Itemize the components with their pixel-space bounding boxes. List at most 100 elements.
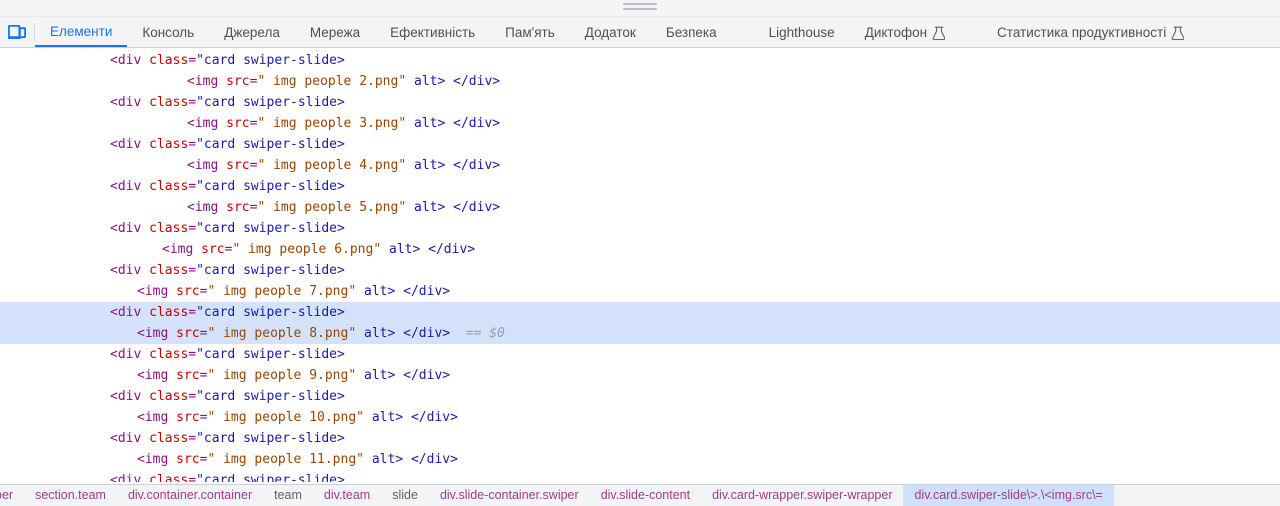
breadcrumb-item[interactable]: div.card.swiper-slide\>.\<img.src\= <box>903 485 1114 506</box>
dom-node-row[interactable]: <img src=" img people 4.png" alt> </div> <box>0 155 1280 176</box>
attribute-value: "card swiper-slide> <box>196 431 345 446</box>
attribute-name: class <box>149 347 189 362</box>
attribute-name: class <box>149 431 189 446</box>
attribute-value: "card swiper-slide> <box>196 473 345 482</box>
tag-name: div <box>117 53 142 68</box>
breadcrumb-item[interactable]: div.slide-container.swiper <box>429 485 590 506</box>
dom-node-row[interactable]: <div class="card swiper-slide> <box>0 92 1280 113</box>
dom-node-row[interactable]: <div class="card swiper-slide> <box>0 386 1280 407</box>
tab-4[interactable]: Ефективність <box>375 17 490 47</box>
selected-node-marker: == $0 <box>450 326 505 341</box>
dom-node-row[interactable]: <img src=" img people 6.png" alt> </div> <box>0 239 1280 260</box>
dom-node-row[interactable]: <img src=" img people 11.png" alt> </div… <box>0 449 1280 470</box>
dom-node-row[interactable]: <div class="card swiper-slide> <box>0 134 1280 155</box>
tab-10[interactable]: Статистика продуктивності <box>982 17 1199 47</box>
attribute-name: src <box>176 326 200 341</box>
angle-bracket: < <box>110 347 118 362</box>
dom-node-row[interactable]: <div class="card swiper-slide> <box>0 302 1280 323</box>
tab-6[interactable]: Додаток <box>570 17 651 47</box>
breadcrumb-item[interactable]: section.team <box>24 485 117 506</box>
dom-node-row[interactable]: <div class="card swiper-slide> <box>0 428 1280 449</box>
angle-bracket: < <box>110 431 118 446</box>
dom-node-row[interactable]: <div class="card swiper-slide> <box>0 260 1280 281</box>
breadcrumb-item[interactable]: per <box>0 485 24 506</box>
attribute-name: src <box>226 74 250 89</box>
attribute-name: class <box>149 137 189 152</box>
tab-3[interactable]: Мережа <box>295 17 375 47</box>
breadcrumb-item[interactable]: div.container.container <box>117 485 263 506</box>
breadcrumb: persection.teamdiv.container.containerte… <box>0 485 1114 506</box>
dom-node-row[interactable]: <img src=" img people 5.png" alt> </div> <box>0 197 1280 218</box>
attribute-value: " img people 4.png" <box>257 158 407 173</box>
dom-node-row[interactable]: <img src=" img people 3.png" alt> </div> <box>0 113 1280 134</box>
dom-node-row[interactable]: <img src=" img people 9.png" alt> </div> <box>0 365 1280 386</box>
tab-label: Додаток <box>584 24 636 40</box>
attribute-name: class <box>149 221 189 236</box>
tag-name: div <box>117 263 142 278</box>
dom-node-row[interactable]: <div class="card swiper-slide> <box>0 470 1280 482</box>
dom-node-row[interactable]: <img src=" img people 8.png" alt> </div>… <box>0 323 1280 344</box>
tag-name: img <box>169 242 194 257</box>
tab-7[interactable]: Безпека <box>651 17 732 47</box>
attribute-value: " img people 7.png" <box>207 284 357 299</box>
attribute-value: "card swiper-slide> <box>196 305 345 320</box>
breadcrumb-item[interactable]: div.card-wrapper.swiper-wrapper <box>701 485 903 506</box>
elements-dom-tree[interactable]: <div class="card swiper-slide> <img src="… <box>0 48 1280 484</box>
device-toolbar-button[interactable] <box>0 17 34 47</box>
tab-9[interactable]: Диктофон <box>850 17 960 47</box>
tag-name: img <box>194 74 219 89</box>
angle-bracket: < <box>137 368 145 383</box>
dom-node-row[interactable]: <div class="card swiper-slide> <box>0 50 1280 71</box>
tab-0[interactable]: Елементи <box>35 17 128 47</box>
tab-8[interactable]: Lighthouse <box>754 17 850 47</box>
node-tail: alt> </div> <box>414 158 501 173</box>
dom-node-row[interactable]: <div class="card swiper-slide> <box>0 218 1280 239</box>
tag-name: img <box>194 200 219 215</box>
dom-node-row[interactable]: <div class="card swiper-slide> <box>0 344 1280 365</box>
breadcrumb-item[interactable]: div.team <box>313 485 381 506</box>
tab-1[interactable]: Консоль <box>127 17 209 47</box>
panel-resize-handle[interactable] <box>623 3 657 10</box>
angle-bracket: < <box>187 116 195 131</box>
angle-bracket: < <box>137 284 145 299</box>
breadcrumb-item[interactable]: team <box>263 485 313 506</box>
node-tail: alt> </div> <box>414 200 501 215</box>
dom-node-row[interactable]: <img src=" img people 7.png" alt> </div> <box>0 281 1280 302</box>
attribute-name: src <box>226 116 250 131</box>
attribute-name: class <box>149 53 189 68</box>
dom-node-row[interactable]: <div class="card swiper-slide> <box>0 176 1280 197</box>
breadcrumb-item[interactable]: div.slide-content <box>590 485 701 506</box>
tag-name: div <box>117 179 142 194</box>
drag-handle-line <box>623 8 657 10</box>
experimental-flask-icon <box>1171 26 1185 40</box>
equals: = <box>188 95 197 110</box>
angle-bracket: < <box>110 305 118 320</box>
tag-name: div <box>117 95 142 110</box>
tab-5[interactable]: Пам'ять <box>490 17 570 47</box>
tag-name: div <box>117 221 142 236</box>
tab-2[interactable]: Джерела <box>209 17 295 47</box>
attribute-name: class <box>149 95 189 110</box>
breadcrumb-item[interactable]: slide <box>381 485 429 506</box>
tab-label: Джерела <box>224 24 280 40</box>
equals: = <box>188 53 197 68</box>
attribute-value: "card swiper-slide> <box>196 137 345 152</box>
tag-name: img <box>144 284 169 299</box>
dom-node-row[interactable]: <img src=" img people 10.png" alt> </div… <box>0 407 1280 428</box>
dom-node-row[interactable]: <img src=" img people 2.png" alt> </div> <box>0 71 1280 92</box>
